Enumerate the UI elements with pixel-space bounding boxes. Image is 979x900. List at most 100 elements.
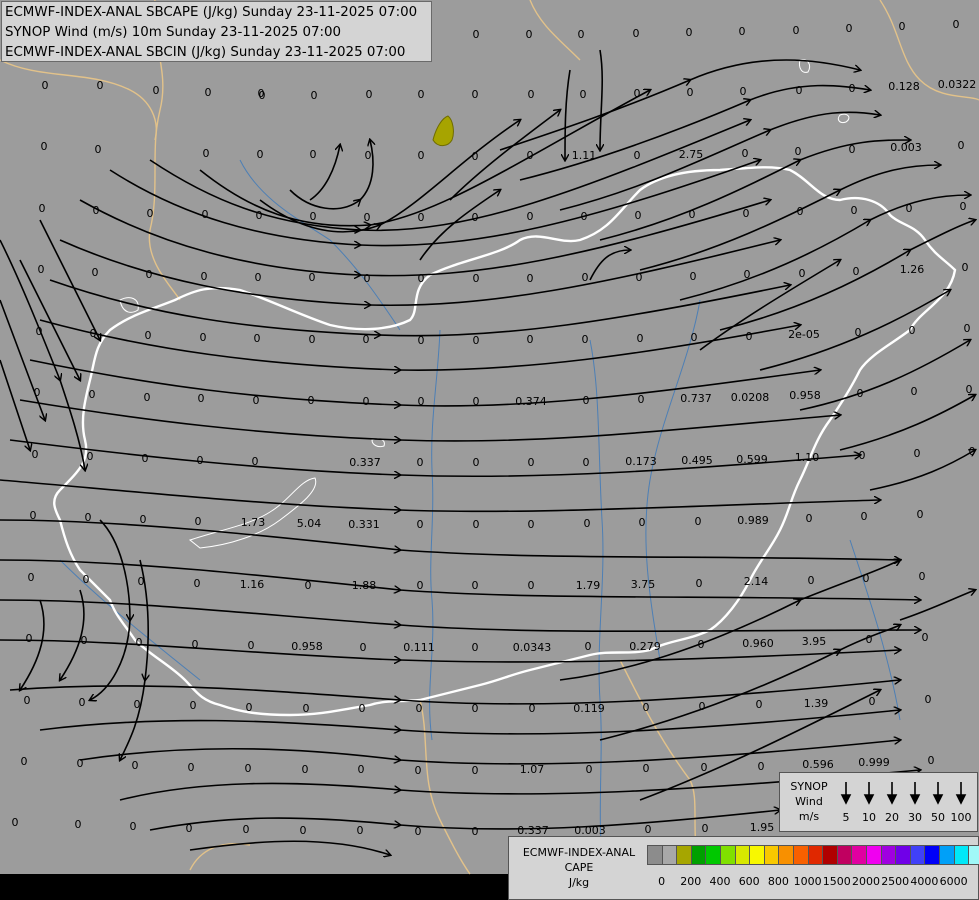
grid-value-label: 0 xyxy=(134,698,141,711)
grid-value-label: 0 xyxy=(581,210,588,223)
grid-value-label: 0 xyxy=(300,824,307,837)
grid-value-label: 0 xyxy=(363,395,370,408)
grid-value-label: 0 xyxy=(243,823,250,836)
grid-value-label: 0 xyxy=(919,570,926,583)
grid-value-label: 0 xyxy=(687,86,694,99)
grid-value-label: 0 xyxy=(473,518,480,531)
grid-value-label: 0 xyxy=(472,641,479,654)
grid-value-label: 0 xyxy=(690,270,697,283)
grid-value-label: 0 xyxy=(89,388,96,401)
synop-legend-value: 30 xyxy=(908,811,922,824)
grid-value-label: 0 xyxy=(259,89,266,102)
grid-value-label: 0 xyxy=(303,702,310,715)
grid-value-label: 0 xyxy=(472,150,479,163)
grid-value-label: 0 xyxy=(528,88,535,101)
grid-value-label: 0 xyxy=(194,577,201,590)
grid-value-label: 0 xyxy=(473,456,480,469)
grid-value-label: 0 xyxy=(914,447,921,460)
grid-value-label: 0 xyxy=(311,89,318,102)
title-box: ECMWF-INDEX-ANAL SBCAPE (J/kg) Sunday 23… xyxy=(1,1,432,62)
grid-value-label: 0 xyxy=(192,638,199,651)
synop-legend-title-line: SYNOP xyxy=(790,780,828,793)
grid-value-label: 0 xyxy=(136,636,143,649)
grid-value-label: 0 xyxy=(202,208,209,221)
grid-value-label: 0 xyxy=(637,332,644,345)
grid-value-label: 5.04 xyxy=(297,517,322,530)
grid-value-label: 0.119 xyxy=(573,702,605,715)
grid-value-label: 0 xyxy=(701,761,708,774)
cape-tick-label: 1000 xyxy=(793,875,822,888)
cape-tick-label: 4000 xyxy=(910,875,939,888)
grid-value-label: 0 xyxy=(743,207,750,220)
grid-value-label: 0 xyxy=(146,268,153,281)
grid-value-label: 0 xyxy=(964,322,971,335)
grid-value-label: 0.958 xyxy=(789,389,821,402)
cape-color-swatch xyxy=(909,845,926,865)
grid-value-label: 0 xyxy=(645,823,652,836)
synop-legend-value: 5 xyxy=(842,811,850,824)
grid-value-label: 0 xyxy=(855,326,862,339)
grid-value-label: 0 xyxy=(634,149,641,162)
grid-value-label: 0 xyxy=(846,22,853,35)
grid-value-label: 0.003 xyxy=(890,141,922,154)
grid-value-label: 0 xyxy=(859,449,866,462)
grid-value-label: 0 xyxy=(799,267,806,280)
grid-value-label: 0.737 xyxy=(680,392,712,405)
grid-value-label: 0 xyxy=(808,574,815,587)
grid-value-label: 0 xyxy=(906,202,913,215)
grid-value-label: 0 xyxy=(582,333,589,346)
grid-value-label: 0 xyxy=(145,329,152,342)
grid-value-label: 0 xyxy=(302,763,309,776)
grid-value-label: 0 xyxy=(638,393,645,406)
grid-value-label: 0 xyxy=(310,210,317,223)
grid-value-label: 0 xyxy=(527,210,534,223)
grid-value-label: 0 xyxy=(95,143,102,156)
grid-value-label: 2.14 xyxy=(744,575,769,588)
cape-color-swatch xyxy=(924,845,940,865)
grid-value-label: 0 xyxy=(42,79,49,92)
cape-color-swatch xyxy=(734,845,751,865)
grid-value-label: 0 xyxy=(472,702,479,715)
grid-value-label: 0 xyxy=(253,394,260,407)
grid-value-label: 2e-05 xyxy=(788,328,820,341)
grid-value-label: 0 xyxy=(188,761,195,774)
grid-value-label: 0 xyxy=(93,204,100,217)
grid-value-label: 0 xyxy=(186,822,193,835)
grid-value-label: 0 xyxy=(643,701,650,714)
grid-value-label: 0 xyxy=(252,455,259,468)
grid-value-label: 0 xyxy=(966,383,973,396)
grid-value-label: 1.88 xyxy=(352,579,377,592)
grid-value-label: 0 xyxy=(472,825,479,838)
grid-value-label: 0 xyxy=(686,26,693,39)
cape-color-swatch xyxy=(895,845,911,865)
grid-value-label: 0 xyxy=(153,84,160,97)
grid-value-label: 0 xyxy=(742,147,749,160)
cape-tick-label: 400 xyxy=(709,875,731,888)
cape-color-swatch xyxy=(880,845,897,865)
grid-value-label: 0 xyxy=(130,820,137,833)
cape-color-swatch xyxy=(676,845,692,865)
grid-value-label: 0 xyxy=(853,265,860,278)
grid-value-label: 0 xyxy=(418,88,425,101)
grid-value-label: 0 xyxy=(366,88,373,101)
grid-value-label: 0 xyxy=(97,79,104,92)
grid-value-label: 0 xyxy=(472,88,479,101)
grid-value-label: 0 xyxy=(83,573,90,586)
grid-value-label: 0 xyxy=(415,825,422,838)
grid-value-label: 0 xyxy=(418,211,425,224)
grid-value-label: 0 xyxy=(256,209,263,222)
grid-value-label: 0 xyxy=(309,271,316,284)
grid-value-label: 0 xyxy=(147,207,154,220)
grid-value-label: 0 xyxy=(364,211,371,224)
grid-value-label: 0 xyxy=(758,760,765,773)
cape-color-swatch xyxy=(778,845,794,865)
grid-value-label: 0 xyxy=(635,209,642,222)
grid-value-label: 0 xyxy=(12,816,19,829)
grid-value-label: 0 xyxy=(417,579,424,592)
grid-value-label: 0 xyxy=(305,579,312,592)
grid-value-label: 0 xyxy=(473,28,480,41)
grid-value-label: 0 xyxy=(795,145,802,158)
cape-color-swatch xyxy=(647,845,663,865)
grid-value-label: 0.111 xyxy=(403,641,435,654)
grid-value-label: 0 xyxy=(77,757,84,770)
